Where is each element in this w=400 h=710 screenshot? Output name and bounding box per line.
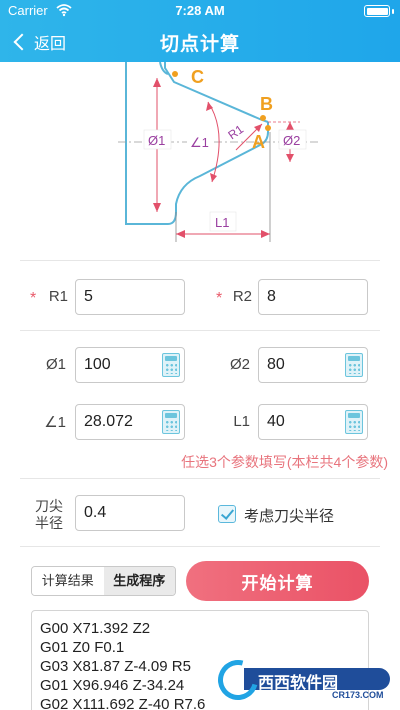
tool-radius-label-line2: 半径 [35, 515, 63, 531]
diagram-svg: C B A Ø1 Ø2 ∠1 R1 L1 [118, 62, 320, 242]
point-c-dot [172, 71, 178, 77]
angle1-label: ∠1 [190, 135, 209, 150]
divider [20, 330, 380, 331]
watermark-sub: CR173.COM [332, 690, 384, 700]
required-star: * [30, 290, 37, 307]
param-hint: 任选3个参数填写(本栏共4个参数) [181, 454, 388, 470]
calculator-icon[interactable] [162, 353, 180, 377]
output-line: G00 X71.392 Z2 [40, 620, 151, 637]
battery-tip [392, 9, 394, 14]
battery-icon [364, 5, 390, 17]
tab-generate-program[interactable]: 生成程序 [103, 567, 175, 595]
calculator-icon[interactable] [162, 410, 180, 434]
tangent-point-diagram: C B A Ø1 Ø2 ∠1 R1 L1 [0, 62, 400, 260]
calculator-icon[interactable] [345, 410, 363, 434]
top-profile [164, 62, 269, 123]
phi2-label: Ø2 [229, 356, 250, 373]
result-tabs: 计算结果 生成程序 [31, 566, 176, 596]
r1-label: R1 [225, 122, 246, 142]
app-header: Carrier 7:28 AM 返回 切点计算 [0, 0, 400, 62]
point-a-label: A [252, 132, 265, 152]
r1-label: R1 [48, 288, 68, 305]
watermark-text: 西西软件园 [258, 675, 339, 692]
page-title: 切点计算 [159, 34, 240, 55]
point-a-dot [265, 125, 271, 131]
watermark-logo: 西西软件园 CR173.COM [210, 652, 390, 708]
phi2-label: Ø2 [283, 133, 300, 148]
divider [20, 478, 380, 479]
tab-calc-result[interactable]: 计算结果 [32, 567, 104, 595]
consider-tool-radius-label[interactable]: 考虑刀尖半径 [244, 505, 334, 526]
r1-input[interactable] [75, 279, 185, 315]
angle1-label: ∠1 [44, 414, 66, 431]
calculator-icon[interactable] [345, 353, 363, 377]
tool-radius-label-line1: 刀尖 [35, 498, 63, 514]
l1-label: L1 [215, 215, 229, 230]
r2-input[interactable] [258, 279, 368, 315]
required-star: * [216, 290, 223, 307]
point-b-label: B [260, 94, 273, 114]
r2-label: R2 [232, 288, 252, 305]
point-c-label: C [191, 67, 204, 87]
phi1-label: Ø1 [45, 356, 66, 373]
phi1-label: Ø1 [148, 133, 165, 148]
l1-label: L1 [233, 413, 250, 430]
status-bar: Carrier 7:28 AM [0, 3, 400, 21]
tool-radius-input[interactable] [75, 495, 185, 531]
point-b-dot [260, 115, 266, 121]
divider [20, 260, 380, 261]
clock: 7:28 AM [175, 3, 225, 18]
checkbox-checked-icon[interactable] [218, 505, 236, 523]
tool-radius-label: 刀尖 半径 [34, 498, 64, 532]
output-line: G01 Z0 F0.1 [40, 639, 125, 656]
nav-bar: 返回 切点计算 [0, 26, 400, 58]
divider [20, 546, 380, 547]
start-calc-button[interactable]: 开始计算 [186, 561, 369, 601]
